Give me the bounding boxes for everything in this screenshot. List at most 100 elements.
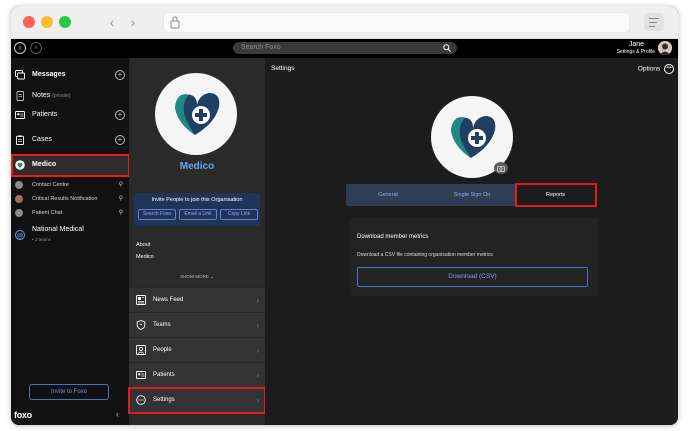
add-patient-button[interactable]: + xyxy=(115,110,125,120)
nav-patients[interactable]: Patients › xyxy=(129,362,265,387)
invite-title: Invite People to join this Organisation xyxy=(151,197,243,203)
foxo-logo: foxo xyxy=(14,410,32,420)
user-photo-icon xyxy=(658,41,672,55)
copy-link-button[interactable]: Copy Link xyxy=(220,209,258,220)
channel-item[interactable]: Patient Chat ⚲ xyxy=(11,206,129,220)
user-name[interactable]: Jane xyxy=(629,41,644,49)
patient-card-icon xyxy=(15,111,25,119)
search-icon xyxy=(443,44,451,52)
newspaper-icon xyxy=(136,295,146,305)
browser-toolbar: ‹ › xyxy=(11,6,678,39)
channel-item[interactable]: Contact Centre ⚲ xyxy=(11,178,129,192)
nav-label: Teams xyxy=(153,322,171,328)
shield-icon xyxy=(136,320,146,330)
sidebar-item-label: Notes xyxy=(32,92,51,99)
chevron-right-icon: › xyxy=(256,371,259,380)
sidebar-item-patients[interactable]: Patients + xyxy=(11,105,129,125)
nav-people[interactable]: People › xyxy=(129,337,265,362)
chevron-right-icon[interactable]: › xyxy=(124,14,142,30)
chevron-left-icon[interactable]: ‹ xyxy=(103,14,121,30)
sidebar-item-label: Patients xyxy=(32,111,58,118)
camera-icon[interactable] xyxy=(494,162,508,174)
about-value: Medico xyxy=(136,254,154,260)
pin-icon: ⚲ xyxy=(118,210,123,216)
note-icon xyxy=(16,91,24,101)
heart-cross-logo-icon xyxy=(175,93,220,135)
email-link-button[interactable]: Email a Link xyxy=(179,209,217,220)
search-placeholder: Search Foxo xyxy=(241,44,281,51)
hamburger-icon[interactable] xyxy=(644,13,664,31)
invite-to-foxo-button[interactable]: Invite to Foxo xyxy=(29,384,109,400)
close-circle-icon[interactable]: × xyxy=(30,42,42,54)
nav-label: News Feed xyxy=(153,297,184,303)
patient-card-icon xyxy=(136,371,146,379)
invite-card: Invite People to join this Organisation … xyxy=(134,193,260,226)
org-teams-count: • 3 teams xyxy=(32,237,51,242)
minimize-window-button[interactable] xyxy=(41,16,53,28)
search-input[interactable]: Search Foxo xyxy=(233,42,457,54)
avatar[interactable] xyxy=(658,41,672,55)
about-heading: About xyxy=(136,242,151,248)
reports-tab-highlight-box xyxy=(515,183,597,207)
channel-item[interactable]: Critical Results Notification ⚲ xyxy=(11,192,129,206)
settings-highlight-box xyxy=(128,387,266,414)
sidebar-item-messages[interactable]: Messages + xyxy=(11,65,129,85)
channel-label: Contact Centre xyxy=(32,182,69,188)
messages-icon xyxy=(15,70,25,80)
chevron-right-icon: › xyxy=(256,296,259,305)
lock-icon xyxy=(170,16,180,29)
svg-text:@: @ xyxy=(17,232,24,239)
channel-label: Patient Chat xyxy=(32,210,63,216)
collapse-sidebar-icon[interactable]: ‹ xyxy=(116,409,119,419)
add-message-button[interactable]: + xyxy=(115,70,125,80)
address-bar[interactable] xyxy=(163,12,630,33)
tab-single-sign-on[interactable]: Single Sign On xyxy=(430,184,514,206)
sidebar-item-notes[interactable]: Notes (private) xyxy=(11,86,129,106)
more-options-icon: ••• xyxy=(664,64,674,74)
person-icon xyxy=(136,345,146,355)
show-more-link[interactable]: SHOW MORE ⌄ xyxy=(129,274,265,280)
sidebar-item-cases[interactable]: Cases + xyxy=(11,130,129,150)
org-title: Medico xyxy=(179,161,215,172)
app-window: ‹ › ‹ × Search Foxo Jane Settings & Prof… xyxy=(11,6,678,425)
sidebar: Messages + Notes (private) Patients + Ca… xyxy=(11,58,130,425)
channel-avatar-icon xyxy=(15,181,23,189)
search-foxo-button[interactable]: Search Foxo xyxy=(138,209,176,220)
chevron-right-icon: › xyxy=(256,346,259,355)
pin-icon: ⚲ xyxy=(118,196,123,202)
channel-label: Critical Results Notification xyxy=(32,196,98,202)
nav-teams[interactable]: Teams › xyxy=(129,312,265,337)
nav-news-feed[interactable]: News Feed › xyxy=(129,287,265,312)
page-title: Settings xyxy=(271,65,295,72)
download-csv-button[interactable]: Download (CSV) xyxy=(357,267,588,287)
channel-avatar-icon xyxy=(15,209,23,217)
sidebar-item-label: Messages xyxy=(32,71,66,78)
org-logo xyxy=(155,73,237,155)
medico-highlight-box xyxy=(11,154,130,177)
at-sign-icon: @ xyxy=(15,230,25,240)
options-label: Options xyxy=(637,65,661,73)
add-case-button[interactable]: + xyxy=(115,135,125,145)
channel-avatar-icon xyxy=(15,195,23,203)
tab-general[interactable]: General xyxy=(346,184,430,206)
notes-private-tag: (private) xyxy=(52,93,71,99)
back-circle-icon[interactable]: ‹ xyxy=(14,42,26,54)
panel-title: Download member metrics xyxy=(357,234,429,240)
user-settings-link[interactable]: Settings & Profile xyxy=(617,49,655,55)
close-window-button[interactable] xyxy=(23,16,35,28)
pin-icon: ⚲ xyxy=(118,182,123,188)
settings-main: Settings Options ••• General Single Sign… xyxy=(265,58,678,425)
panel-description: Download a CSV file containing organisat… xyxy=(357,252,493,258)
options-menu[interactable]: Options ••• xyxy=(638,64,674,74)
clipboard-icon xyxy=(16,135,24,145)
notes-label-group: Notes (private) xyxy=(32,86,71,106)
chevron-right-icon: › xyxy=(256,321,259,330)
app-topbar: ‹ × Search Foxo Jane Settings & Profile xyxy=(11,39,678,58)
download-metrics-panel: Download member metrics Download a CSV f… xyxy=(350,218,598,296)
sidebar-item-label: Cases xyxy=(32,136,52,143)
camera-glyph-icon xyxy=(497,166,505,172)
maximize-window-button[interactable] xyxy=(59,16,71,28)
org-panel: Medico Invite People to join this Organi… xyxy=(128,58,266,425)
sidebar-item-national-medical[interactable]: @ National Medical • 3 teams xyxy=(11,224,129,248)
nav-label: Patients xyxy=(153,372,175,378)
